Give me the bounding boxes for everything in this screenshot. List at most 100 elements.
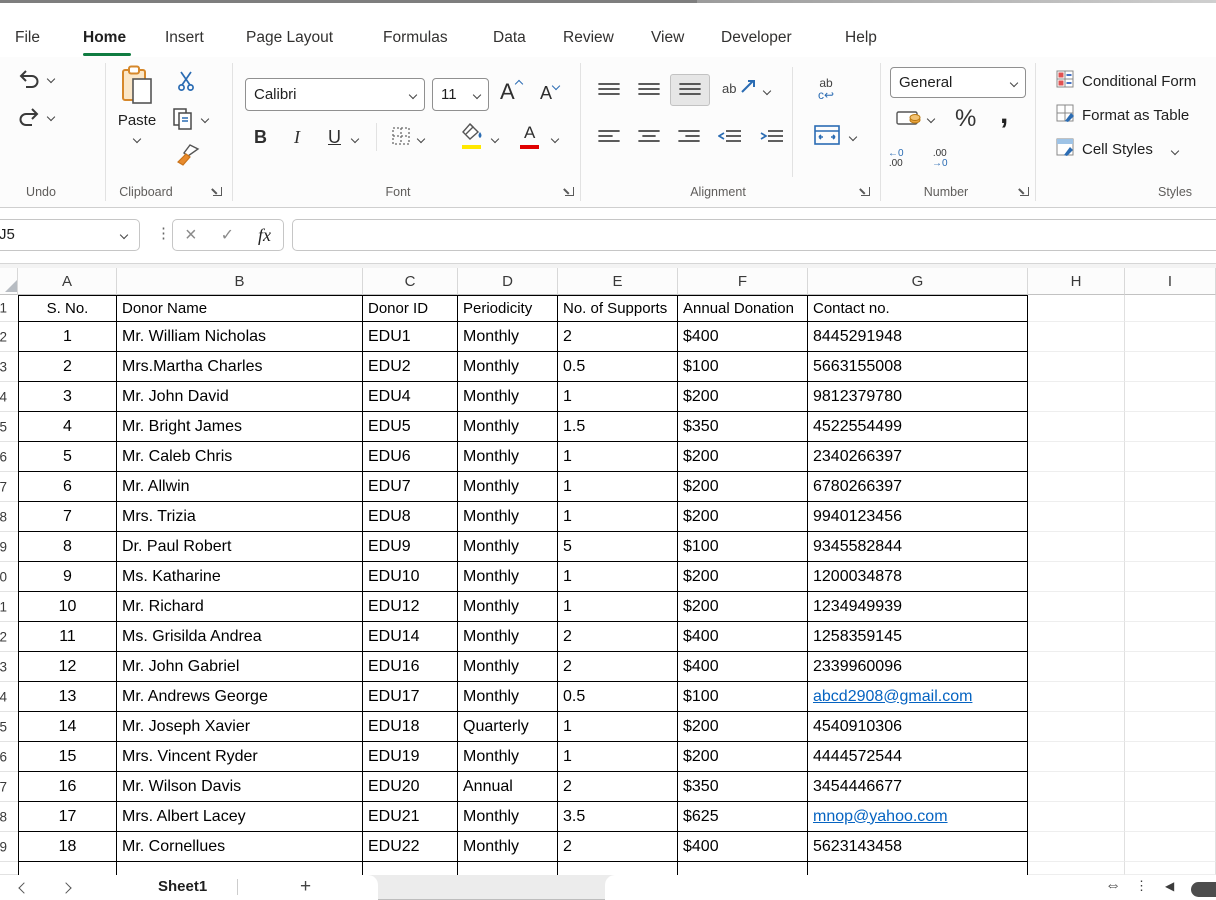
- column-header-F[interactable]: F: [678, 268, 808, 295]
- cell-D17[interactable]: Annual: [458, 772, 558, 802]
- cell-F11[interactable]: $200: [678, 592, 808, 622]
- borders-dropdown-icon[interactable]: [417, 135, 425, 143]
- cell-I14[interactable]: [1125, 682, 1216, 712]
- cell-E19[interactable]: 2: [558, 832, 678, 862]
- increase-decimal-button[interactable]: ←0.00: [888, 149, 904, 169]
- cell-I12[interactable]: [1125, 622, 1216, 652]
- row-header-16[interactable]: 16: [0, 742, 18, 772]
- cell-G9[interactable]: 9345582844: [808, 532, 1028, 562]
- cell-D6[interactable]: Monthly: [458, 442, 558, 472]
- cell-A13[interactable]: 12: [18, 652, 117, 682]
- cell-D18[interactable]: Monthly: [458, 802, 558, 832]
- cell-F2[interactable]: $400: [678, 322, 808, 352]
- italic-button[interactable]: I: [294, 127, 300, 148]
- cell-E10[interactable]: 1: [558, 562, 678, 592]
- cell-C17[interactable]: EDU20: [363, 772, 458, 802]
- cell-A18[interactable]: 17: [18, 802, 117, 832]
- cell-E13[interactable]: 2: [558, 652, 678, 682]
- row-header-18[interactable]: 18: [0, 802, 18, 832]
- cell-D3[interactable]: Monthly: [458, 352, 558, 382]
- cell-C9[interactable]: EDU9: [363, 532, 458, 562]
- tab-review[interactable]: Review: [563, 29, 614, 47]
- underline-button[interactable]: U: [328, 127, 341, 148]
- cell-F9[interactable]: $100: [678, 532, 808, 562]
- cell-I15[interactable]: [1125, 712, 1216, 742]
- cell-I19[interactable]: [1125, 832, 1216, 862]
- cell-H12[interactable]: [1028, 622, 1125, 652]
- cell-H4[interactable]: [1028, 382, 1125, 412]
- cell-H17[interactable]: [1028, 772, 1125, 802]
- cell-G14[interactable]: abcd2908@gmail.com: [808, 682, 1028, 712]
- cell-C7[interactable]: EDU7: [363, 472, 458, 502]
- cell-D12[interactable]: Monthly: [458, 622, 558, 652]
- cell-G15[interactable]: 4540910306: [808, 712, 1028, 742]
- tab-data[interactable]: Data: [493, 29, 526, 47]
- cell-H19[interactable]: [1028, 832, 1125, 862]
- cell-H5[interactable]: [1028, 412, 1125, 442]
- cell-I1[interactable]: [1125, 295, 1216, 322]
- cell-H13[interactable]: [1028, 652, 1125, 682]
- cell-B2[interactable]: Mr. William Nicholas: [117, 322, 363, 352]
- cell-A7[interactable]: 6: [18, 472, 117, 502]
- cell-H11[interactable]: [1028, 592, 1125, 622]
- cell-F16[interactable]: $200: [678, 742, 808, 772]
- cell-I17[interactable]: [1125, 772, 1216, 802]
- cell-B5[interactable]: Mr. Bright James: [117, 412, 363, 442]
- format-as-table-button[interactable]: Format as Table: [1082, 107, 1189, 124]
- conditional-formatting-button[interactable]: Conditional Form: [1082, 73, 1196, 90]
- cell-A19[interactable]: 18: [18, 832, 117, 862]
- row-header-6[interactable]: 6: [0, 442, 18, 472]
- cell-B13[interactable]: Mr. John Gabriel: [117, 652, 363, 682]
- row-header-12[interactable]: 12: [0, 622, 18, 652]
- conditional-formatting-icon[interactable]: [1056, 70, 1074, 93]
- cell-D2[interactable]: Monthly: [458, 322, 558, 352]
- cell-H2[interactable]: [1028, 322, 1125, 352]
- cell-C16[interactable]: EDU19: [363, 742, 458, 772]
- cell-B19[interactable]: Mr. Cornellues: [117, 832, 363, 862]
- shrink-font-button[interactable]: A: [540, 83, 559, 104]
- cell-A10[interactable]: 9: [18, 562, 117, 592]
- cell-D19[interactable]: Monthly: [458, 832, 558, 862]
- merge-dropdown-icon[interactable]: [849, 133, 857, 141]
- font-size-combo[interactable]: 11: [432, 78, 489, 111]
- header-cell-A1[interactable]: S. No.: [18, 295, 117, 322]
- cell-partial[interactable]: [808, 862, 1028, 875]
- cell-styles-icon[interactable]: [1056, 138, 1074, 161]
- cell-B17[interactable]: Mr. Wilson Davis: [117, 772, 363, 802]
- cell-D9[interactable]: Monthly: [458, 532, 558, 562]
- cell-A6[interactable]: 5: [18, 442, 117, 472]
- tab-view[interactable]: View: [651, 29, 684, 47]
- cell-G18[interactable]: mnop@yahoo.com: [808, 802, 1028, 832]
- cell-I7[interactable]: [1125, 472, 1216, 502]
- cell-B4[interactable]: Mr. John David: [117, 382, 363, 412]
- cell-H1[interactable]: [1028, 295, 1125, 322]
- cell-C14[interactable]: EDU17: [363, 682, 458, 712]
- align-center-icon[interactable]: [638, 129, 660, 150]
- column-header-B[interactable]: B: [117, 268, 363, 295]
- align-left-icon[interactable]: [598, 129, 620, 150]
- cell-H6[interactable]: [1028, 442, 1125, 472]
- cell-I9[interactable]: [1125, 532, 1216, 562]
- cell-A3[interactable]: 2: [18, 352, 117, 382]
- cell-partial[interactable]: [678, 862, 808, 875]
- font-color-button[interactable]: A: [524, 123, 535, 143]
- row-header-13[interactable]: 13: [0, 652, 18, 682]
- cell-E2[interactable]: 2: [558, 322, 678, 352]
- wrap-text-icon[interactable]: abc↩: [818, 77, 834, 101]
- row-header-15[interactable]: 15: [0, 712, 18, 742]
- cell-A9[interactable]: 8: [18, 532, 117, 562]
- cell-E16[interactable]: 1: [558, 742, 678, 772]
- row-header-2[interactable]: 2: [0, 322, 18, 352]
- cell-C3[interactable]: EDU2: [363, 352, 458, 382]
- cell-F7[interactable]: $200: [678, 472, 808, 502]
- font-color-dropdown-icon[interactable]: [551, 135, 559, 143]
- cell-H16[interactable]: [1028, 742, 1125, 772]
- cell-G4[interactable]: 9812379780: [808, 382, 1028, 412]
- header-cell-F1[interactable]: Annual Donation: [678, 295, 808, 322]
- cell-G8[interactable]: 9940123456: [808, 502, 1028, 532]
- cell-styles-button[interactable]: Cell Styles: [1082, 141, 1153, 158]
- comma-style-button[interactable]: ,: [1000, 97, 1008, 131]
- cell-B14[interactable]: Mr. Andrews George: [117, 682, 363, 712]
- tab-formulas[interactable]: Formulas: [383, 29, 448, 47]
- row-header-9[interactable]: 9: [0, 532, 18, 562]
